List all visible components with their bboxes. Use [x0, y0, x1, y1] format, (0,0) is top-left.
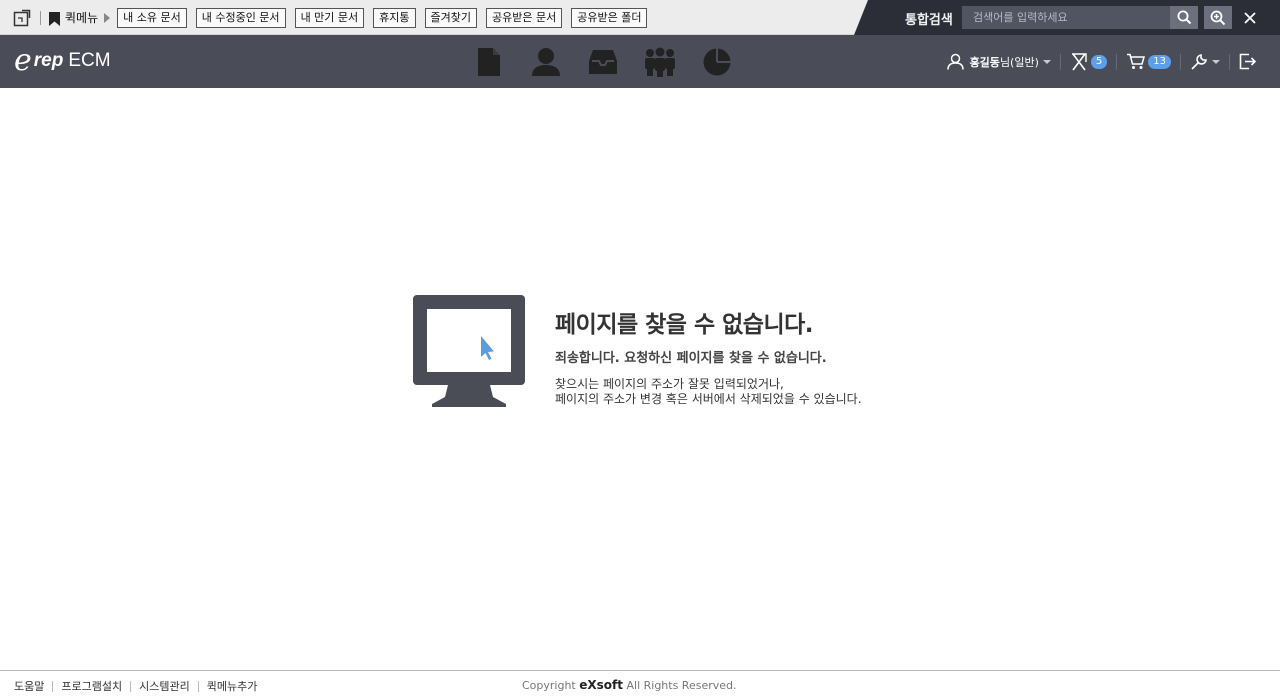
- cart-count-badge: 13: [1148, 54, 1171, 69]
- footer-link-install[interactable]: 프로그램설치: [61, 678, 122, 694]
- document-icon: [477, 47, 500, 76]
- error-desc-line2: 페이지의 주소가 변경 혹은 서버에서 삭제되었을 수 있습니다.: [555, 392, 862, 406]
- error-subtitle: 죄송합니다. 요청하신 페이지를 찾을 수 없습니다.: [555, 351, 827, 366]
- close-icon: [1243, 11, 1256, 24]
- search-input[interactable]: [962, 6, 1170, 29]
- logo[interactable]: e rep ECM: [14, 43, 111, 79]
- quick-btn-my-expired-docs[interactable]: 내 만기 문서: [294, 7, 365, 28]
- footer-link-admin[interactable]: 시스템관리: [139, 678, 190, 694]
- footer: 도움말 프로그램설치 시스템관리 퀵메뉴추가 Copyright eXsoft …: [0, 670, 1280, 700]
- user-role: 님(일반): [999, 55, 1039, 69]
- quick-btn-trash[interactable]: 휴지통: [373, 7, 416, 28]
- error-panel: 페이지를 찾을 수 없습니다. 죄송합니다. 요청하신 페이지를 찾을 수 없습…: [413, 295, 913, 410]
- unified-search: 통합검색: [854, 0, 1280, 35]
- quick-menu-bar: 퀵메뉴 내 소유 문서 내 수정중인 문서 내 만기 문서 휴지통 즐겨찾기 공…: [0, 0, 1280, 35]
- group-icon: [644, 47, 675, 77]
- divider: [40, 10, 41, 25]
- expand-window-icon[interactable]: [13, 9, 31, 27]
- cart-icon: [1127, 53, 1146, 69]
- copyright-suffix: All Rights Reserved.: [626, 679, 737, 692]
- logout-icon: [1239, 53, 1256, 70]
- search-label: 통합검색: [905, 13, 953, 28]
- user-name: 홍길동: [969, 55, 1000, 69]
- person-icon: [531, 47, 560, 76]
- divider: [1059, 53, 1061, 70]
- copyright-prefix: Copyright: [522, 679, 576, 692]
- error-desc-line1: 찾으시는 페이지의 주소가 잘못 입력되었거나,: [555, 377, 784, 391]
- pie-chart-icon: [703, 48, 730, 75]
- approval-button[interactable]: 5: [1070, 52, 1108, 71]
- divider: [130, 680, 132, 692]
- inbox-icon: [588, 49, 617, 74]
- search-button[interactable]: [1170, 6, 1198, 29]
- user-icon: [946, 53, 964, 70]
- chevron-down-icon: [1042, 59, 1051, 64]
- logo-rep: rep: [33, 50, 64, 71]
- footer-link-add-quickmenu[interactable]: 퀵메뉴추가: [207, 678, 258, 694]
- quick-btn-my-owned-docs[interactable]: 내 소유 문서: [117, 7, 187, 28]
- divider: [197, 680, 199, 692]
- copyright: Copyright eXsoft All Rights Reserved.: [522, 678, 737, 692]
- quick-btn-favorites[interactable]: 즐겨찾기: [424, 7, 478, 28]
- main-nav: [460, 35, 745, 88]
- detail-search-button[interactable]: [1204, 6, 1232, 29]
- search-slant: [854, 0, 868, 35]
- quick-btn-my-editing-docs[interactable]: 내 수정중인 문서: [195, 7, 286, 28]
- search-icon: [1177, 10, 1191, 25]
- nav-personal[interactable]: [517, 35, 574, 88]
- quick-btn-shared-folders[interactable]: 공유받은 폴더: [571, 7, 648, 28]
- quick-btn-shared-docs[interactable]: 공유받은 문서: [486, 7, 563, 28]
- logo-ecm: ECM: [68, 50, 111, 71]
- quick-menu-label: 퀵메뉴: [65, 11, 99, 25]
- chevron-down-icon: [1212, 59, 1220, 64]
- logo-e: e: [14, 43, 32, 78]
- divider: [1180, 53, 1181, 70]
- monitor-icon: [413, 295, 525, 407]
- cart-button[interactable]: 13: [1126, 53, 1171, 70]
- divider: [1229, 53, 1230, 70]
- divider: [52, 680, 54, 692]
- zoom-in-icon: [1210, 10, 1226, 25]
- nav-statistics[interactable]: [688, 35, 745, 88]
- nav-inbox[interactable]: [574, 35, 631, 88]
- main-header: e rep ECM 홍길동 님(일반) 5 13: [0, 35, 1280, 88]
- logout-button[interactable]: [1239, 53, 1256, 70]
- chevron-right-icon: [104, 12, 111, 23]
- user-area: 홍길동 님(일반) 5 13: [946, 35, 1280, 88]
- divider: [1116, 53, 1118, 70]
- footer-link-help[interactable]: 도움말: [14, 678, 44, 694]
- settings-button[interactable]: [1190, 53, 1220, 71]
- approval-count-badge: 5: [1090, 54, 1108, 69]
- user-menu[interactable]: 홍길동 님(일반): [946, 53, 1051, 70]
- footer-links: 도움말 프로그램설치 시스템관리 퀵메뉴추가: [14, 678, 257, 694]
- bookmark-icon: [49, 11, 60, 26]
- nav-documents[interactable]: [460, 35, 517, 88]
- close-search-button[interactable]: [1238, 6, 1261, 29]
- error-title: 페이지를 찾을 수 없습니다.: [555, 312, 814, 338]
- wrench-icon: [1191, 53, 1207, 70]
- copyright-brand: eXsoft: [579, 678, 623, 692]
- error-description: 찾으시는 페이지의 주소가 잘못 입력되었거나, 페이지의 주소가 변경 혹은 …: [555, 377, 862, 407]
- approval-icon: [1071, 52, 1087, 70]
- nav-groups[interactable]: [631, 35, 688, 88]
- quick-menu-left: 퀵메뉴 내 소유 문서 내 수정중인 문서 내 만기 문서 휴지통 즐겨찾기 공…: [0, 0, 656, 35]
